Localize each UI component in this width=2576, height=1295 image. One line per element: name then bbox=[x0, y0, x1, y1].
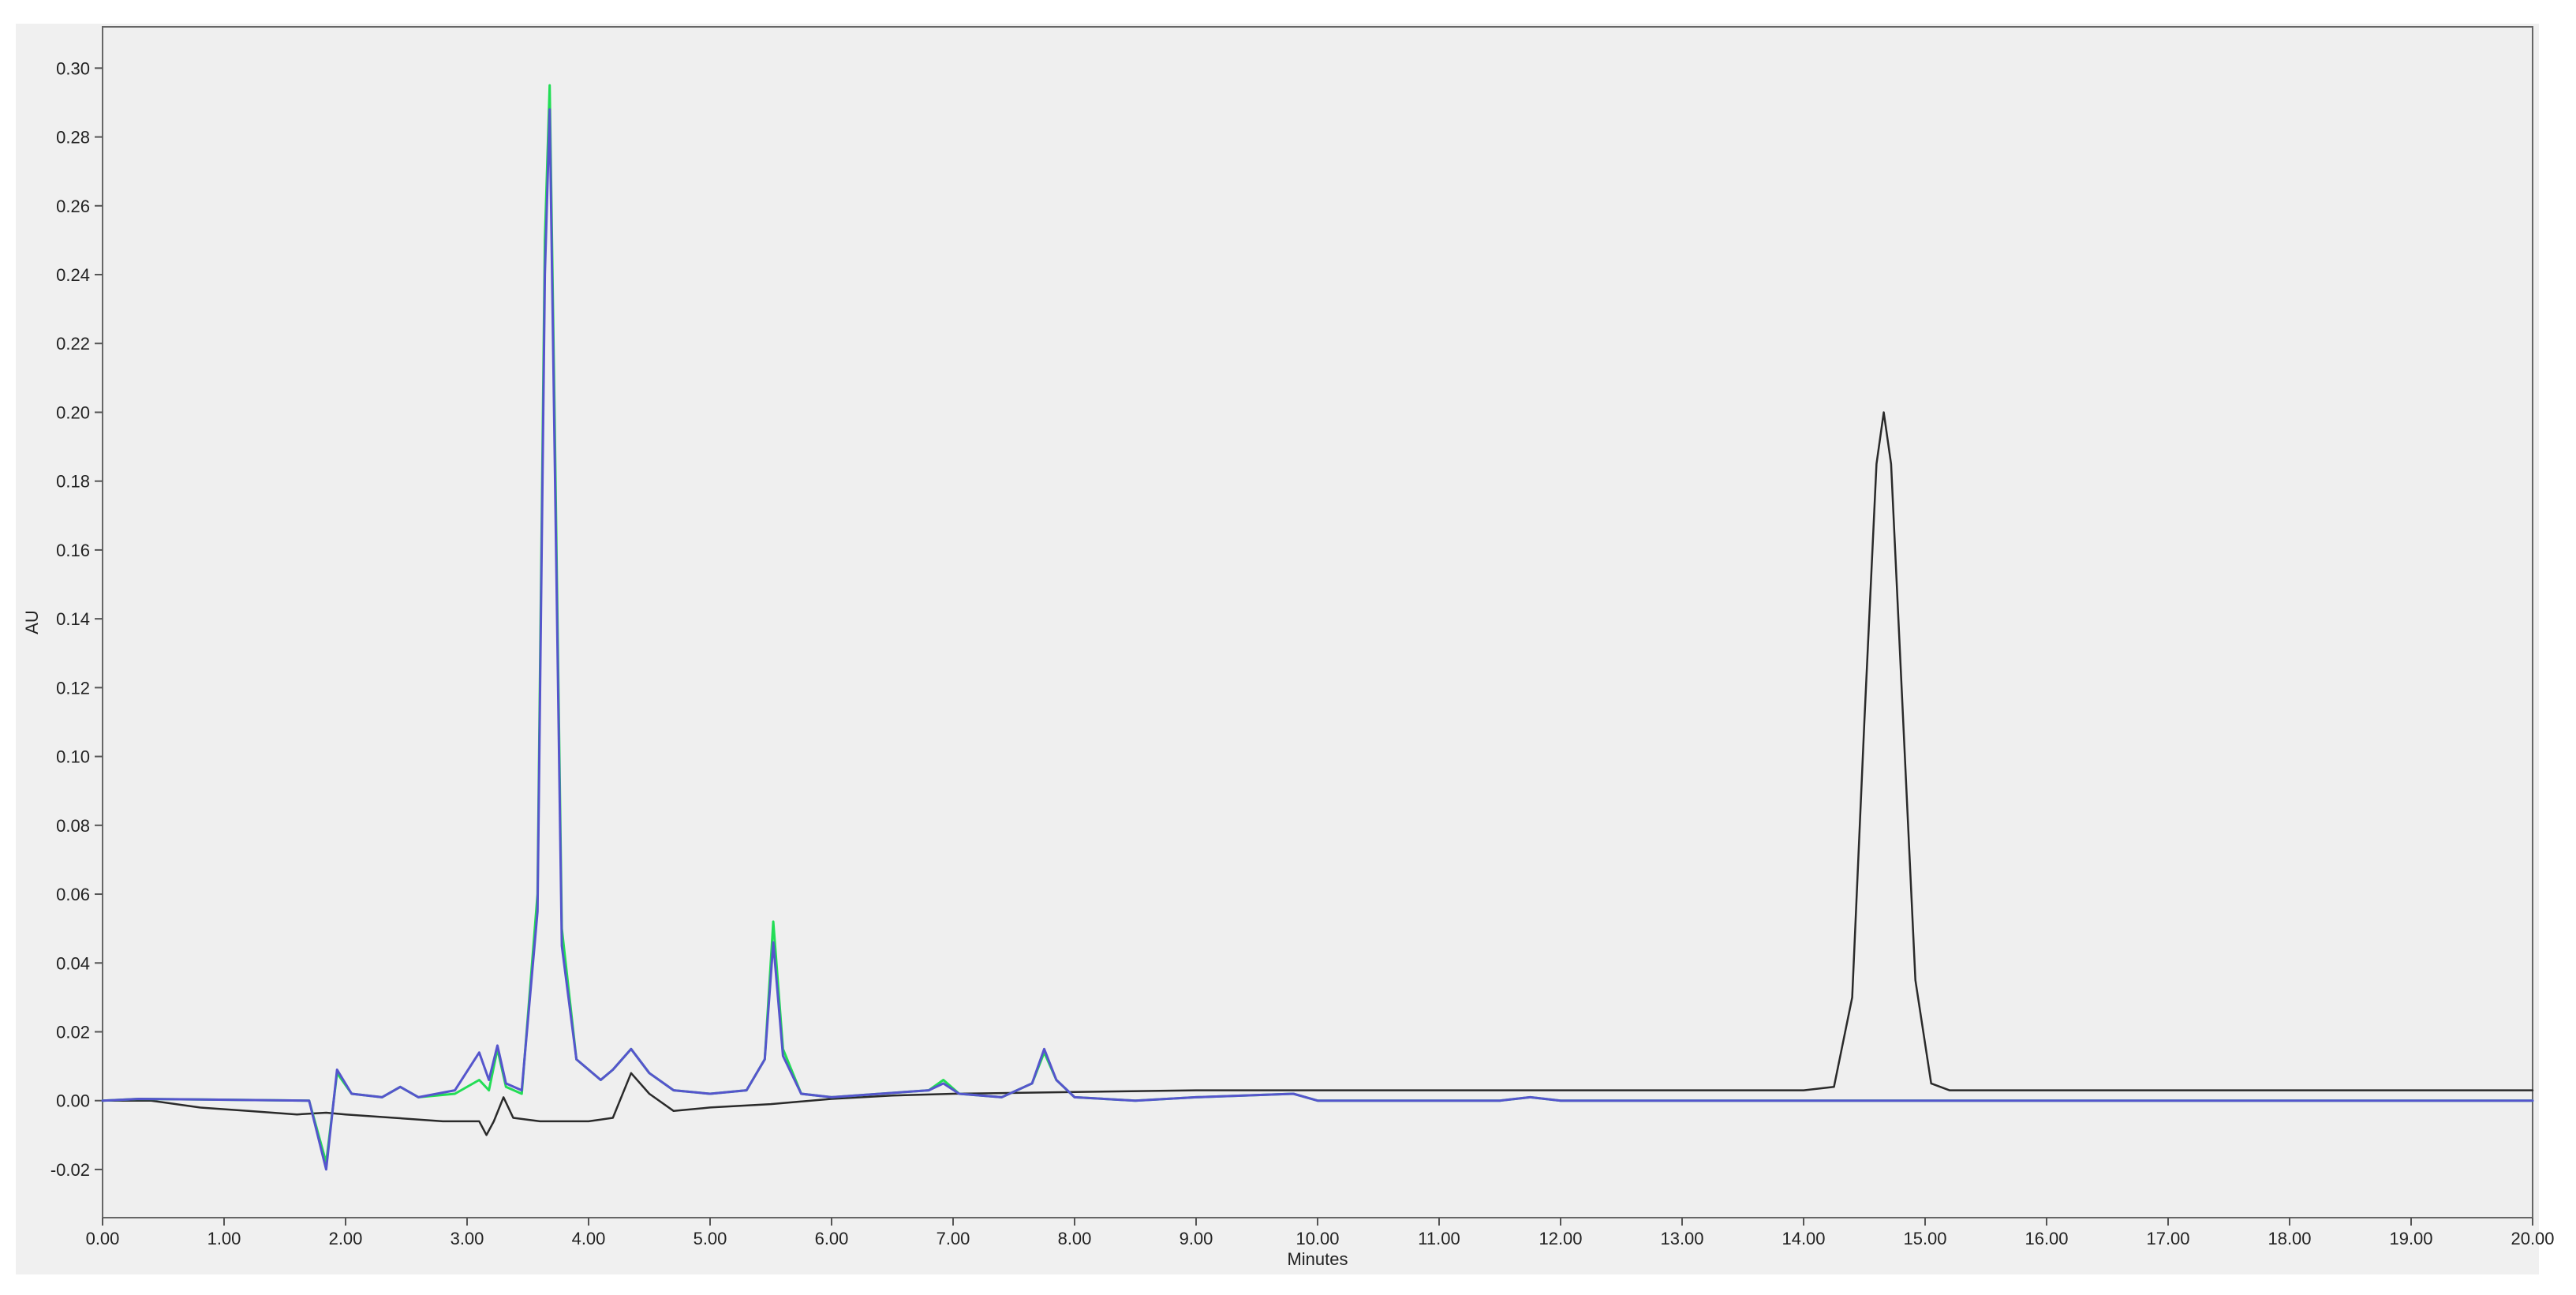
y-tick-label: 0.14 bbox=[56, 609, 90, 629]
y-tick-label: 0.20 bbox=[56, 402, 90, 422]
x-tick-label: 19.00 bbox=[2389, 1229, 2432, 1248]
y-tick-label: -0.02 bbox=[50, 1160, 90, 1180]
y-tick-label: 0.28 bbox=[56, 128, 90, 148]
y-tick-label: 0.18 bbox=[56, 472, 90, 492]
x-tick-label: 8.00 bbox=[1058, 1229, 1092, 1248]
x-axis-label: Minutes bbox=[1287, 1249, 1348, 1269]
x-tick-label: 7.00 bbox=[937, 1229, 970, 1248]
y-tick-label: 0.02 bbox=[56, 1022, 90, 1042]
chart-svg: -0.02 0.00 0.02 0.04 0.06 0.08 0.10 0.12 0.14 0.1… bbox=[0, 0, 2576, 1291]
x-tick-label: 0.00 bbox=[86, 1229, 120, 1248]
x-tick-label: 17.00 bbox=[2146, 1229, 2189, 1248]
chromatogram-chart: -0.02 0.00 0.02 0.04 0.06 0.08 0.10 0.12 0.14 0.1… bbox=[0, 0, 2576, 1291]
x-tick-label: 1.00 bbox=[208, 1229, 241, 1248]
x-tick-label: 13.00 bbox=[1660, 1229, 1703, 1248]
x-tick-label: 12.00 bbox=[1538, 1229, 1582, 1248]
x-tick-label: 18.00 bbox=[2268, 1229, 2311, 1248]
y-tick-label: 0.10 bbox=[56, 747, 90, 767]
x-tick-label: 3.00 bbox=[451, 1229, 484, 1248]
y-tick-label: 0.26 bbox=[56, 196, 90, 216]
y-tick-label: 0.12 bbox=[56, 678, 90, 698]
y-axis-label: AU bbox=[22, 610, 42, 634]
x-tick-label: 5.00 bbox=[694, 1229, 727, 1248]
y-tick-label: 0.08 bbox=[56, 816, 90, 836]
plot-area bbox=[102, 26, 2533, 1218]
x-tick-label: 14.00 bbox=[1782, 1229, 1825, 1248]
x-tick-label: 16.00 bbox=[2025, 1229, 2068, 1248]
y-tick-label: 0.22 bbox=[56, 334, 90, 354]
y-tick-label: 0.06 bbox=[56, 885, 90, 904]
x-tick-label: 2.00 bbox=[329, 1229, 363, 1248]
y-tick-label: 0.30 bbox=[56, 58, 90, 78]
y-tick-label: 0.16 bbox=[56, 541, 90, 560]
y-tick-label: 0.24 bbox=[56, 265, 90, 285]
x-tick-label: 20.00 bbox=[2511, 1229, 2554, 1248]
x-tick-label: 4.00 bbox=[572, 1229, 606, 1248]
y-tick-label: 0.00 bbox=[56, 1091, 90, 1111]
x-tick-label: 10.00 bbox=[1295, 1229, 1339, 1248]
x-tick-label: 9.00 bbox=[1180, 1229, 1213, 1248]
x-tick-label: 6.00 bbox=[815, 1229, 849, 1248]
y-tick-label: 0.04 bbox=[56, 953, 90, 973]
x-tick-label: 11.00 bbox=[1418, 1229, 1460, 1248]
x-tick-label: 15.00 bbox=[1903, 1229, 1946, 1248]
